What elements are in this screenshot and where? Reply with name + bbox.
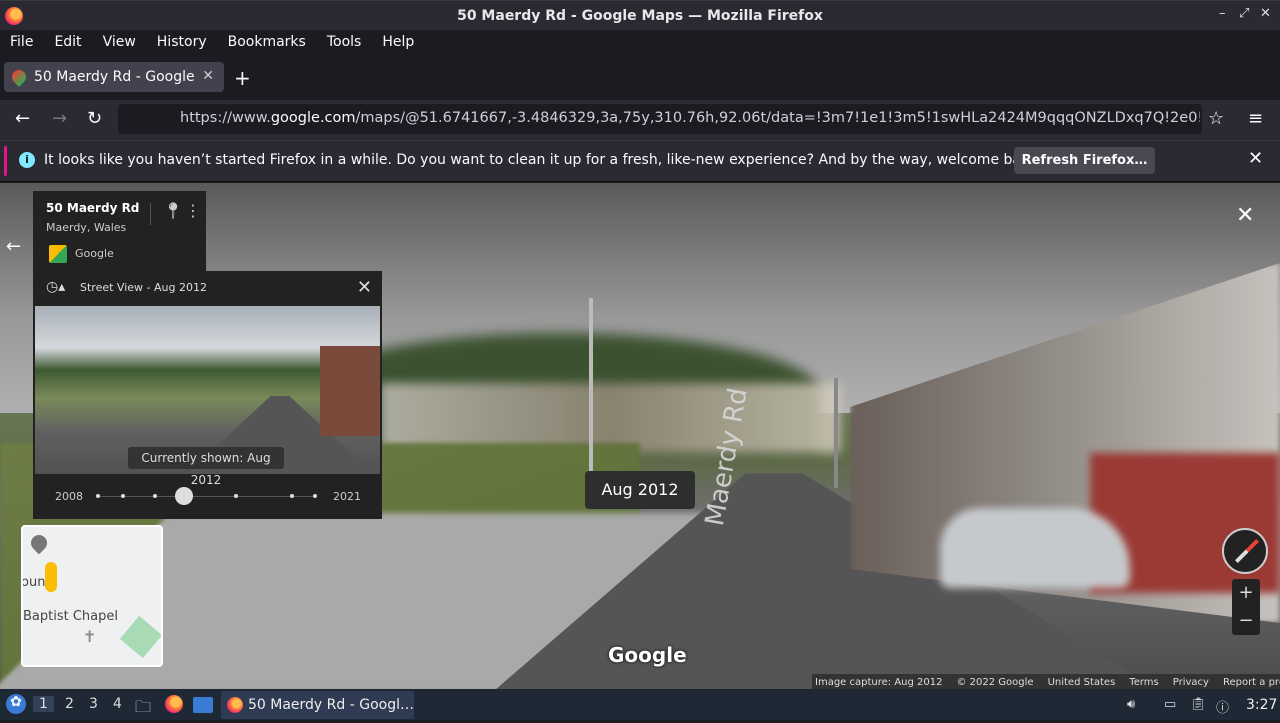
notification-icon[interactable]: ⓘ [1216, 697, 1229, 716]
compass-needle [1234, 538, 1260, 564]
window-title: 50 Maerdy Rd - Google Maps — Mozilla Fir… [457, 7, 823, 24]
timeline-slider-handle[interactable] [175, 487, 193, 505]
menu-view[interactable]: View [103, 34, 136, 50]
report-problem-link[interactable]: Report a problem [1223, 677, 1280, 688]
park-area [119, 615, 161, 659]
workspace-1[interactable]: 1 [33, 696, 54, 712]
firefox-icon [227, 697, 243, 713]
info-icon: i [19, 152, 35, 168]
location-pin-icon[interactable]: 📍︎ [163, 201, 183, 220]
minimize-icon[interactable]: – [1219, 6, 1226, 21]
window-titlebar: 50 Maerdy Rd - Google Maps — Mozilla Fir… [0, 0, 1280, 30]
imagery-source: Google [75, 247, 114, 260]
zoom-control: + − [1232, 579, 1260, 635]
workspace-4[interactable]: 4 [113, 696, 122, 712]
address-card: 50 Maerdy Rd Maerdy, Wales 📍︎ ⋮ Google [33, 191, 206, 271]
utility-pole [834, 378, 838, 488]
divider [150, 203, 151, 225]
image-capture-date: Image capture: Aug 2012 [815, 676, 943, 688]
time-machine-close-icon[interactable]: ✕ [357, 277, 372, 298]
more-options-icon[interactable]: ⋮ [185, 201, 201, 220]
timeline-stop[interactable] [290, 494, 294, 498]
copyright: © 2022 Google [956, 676, 1034, 688]
timeline-track[interactable] [97, 496, 317, 497]
place-subtitle: Maerdy, Wales [46, 221, 127, 234]
minimap-label-left: oun [21, 575, 46, 590]
firefox-launcher-icon[interactable] [165, 695, 183, 713]
file-manager-icon[interactable]: 🗀︎ [135, 696, 151, 723]
zoom-in-button[interactable]: + [1232, 579, 1260, 607]
street-view-close-icon[interactable]: ✕ [1236, 203, 1254, 228]
notification-close-icon[interactable]: ✕ [1248, 148, 1263, 169]
start-year: 2008 [55, 490, 83, 503]
maximize-icon[interactable]: ⤢ [1239, 6, 1249, 21]
region-link[interactable]: United States [1048, 677, 1116, 688]
clipboard-icon[interactable]: 📋︎ [1190, 697, 1207, 712]
menu-bookmarks[interactable]: Bookmarks [228, 34, 306, 50]
network-icon[interactable]: ▭ [1164, 697, 1176, 712]
volume-icon[interactable]: 🔊︎ [1127, 697, 1135, 712]
refresh-firefox-button[interactable]: Refresh Firefox… [1014, 147, 1155, 174]
url-text[interactable]: https://www.google.com/maps/@51.6741667,… [180, 110, 1200, 126]
timeline-stop[interactable] [153, 494, 157, 498]
desktop-icon[interactable] [193, 697, 213, 713]
firefox-logo-icon [5, 7, 23, 25]
google-watermark: Google [608, 643, 687, 667]
cross-icon: ✝ [83, 627, 97, 646]
menu-history[interactable]: History [157, 34, 207, 50]
privacy-link[interactable]: Privacy [1173, 677, 1209, 688]
place-name: 50 Maerdy Rd [46, 201, 140, 215]
maps-favicon-icon [9, 67, 29, 87]
minimap[interactable]: oun Baptist Chapel ✝ [21, 525, 163, 667]
zoom-out-button[interactable]: − [1232, 607, 1260, 635]
menu-bar: File Edit View History Bookmarks Tools H… [0, 30, 1280, 54]
taskbar-app-firefox[interactable]: 50 Maerdy Rd - Googl… [221, 691, 414, 719]
workspace-3[interactable]: 3 [89, 696, 98, 712]
map-pin-icon [27, 531, 51, 555]
forward-icon[interactable]: → [52, 108, 67, 129]
tab-title: 50 Maerdy Rd - Google M [34, 69, 194, 85]
taskbar-app-title: 50 Maerdy Rd - Googl… [248, 697, 414, 713]
timeline-stop[interactable] [313, 494, 317, 498]
reload-icon[interactable]: ↻ [87, 108, 102, 129]
tab-close-icon[interactable]: ✕ [202, 68, 214, 84]
terms-link[interactable]: Terms [1129, 677, 1158, 688]
menu-file[interactable]: File [10, 34, 33, 50]
new-tab-button[interactable]: + [234, 66, 251, 90]
timeline-stop[interactable] [234, 494, 238, 498]
hamburger-menu-icon[interactable]: ≡ [1248, 108, 1263, 129]
menu-help[interactable]: Help [382, 34, 414, 50]
start-menu-icon[interactable]: ✿ [6, 694, 26, 714]
back-arrow-icon[interactable]: ← [6, 236, 21, 257]
notification-text: It looks like you haven’t started Firefo… [44, 152, 1043, 168]
timeline-stop[interactable] [96, 494, 100, 498]
currently-shown-label: Currently shown: Aug 2012 [128, 447, 284, 487]
back-icon[interactable]: ← [15, 108, 30, 129]
end-year: 2021 [333, 490, 361, 503]
time-machine-header: Street View - Aug 2012 [80, 281, 207, 294]
clock: 3:27 [1246, 697, 1278, 713]
history-clock-icon[interactable]: ◷▴ [46, 279, 65, 295]
lamp-post [589, 298, 593, 478]
time-machine-panel: ◷▴ Street View - Aug 2012 ✕ Currently sh… [33, 271, 382, 519]
date-chip: Aug 2012 [585, 471, 695, 509]
thumbnail-building [320, 346, 380, 436]
minimap-label: Baptist Chapel [23, 609, 118, 624]
bookmark-star-icon[interactable]: ☆ [1208, 108, 1224, 129]
close-window-icon[interactable]: ✕ [1260, 6, 1271, 21]
workspace-2[interactable]: 2 [65, 696, 74, 712]
pegman-icon[interactable] [45, 562, 57, 592]
google-logo-icon [49, 245, 67, 263]
menu-edit[interactable]: Edit [54, 34, 81, 50]
attribution-bar: Image capture: Aug 2012 © 2022 Google Un… [812, 674, 1280, 690]
taskbar: ✿ 1 2 3 4 🗀︎ [0, 689, 1280, 720]
tab-google-maps[interactable]: 50 Maerdy Rd - Google M ✕ [4, 62, 224, 92]
parked-car [940, 508, 1130, 588]
compass-icon[interactable] [1222, 528, 1268, 574]
menu-tools[interactable]: Tools [327, 34, 362, 50]
timeline-stop[interactable] [121, 494, 125, 498]
notification-accent [4, 146, 7, 176]
